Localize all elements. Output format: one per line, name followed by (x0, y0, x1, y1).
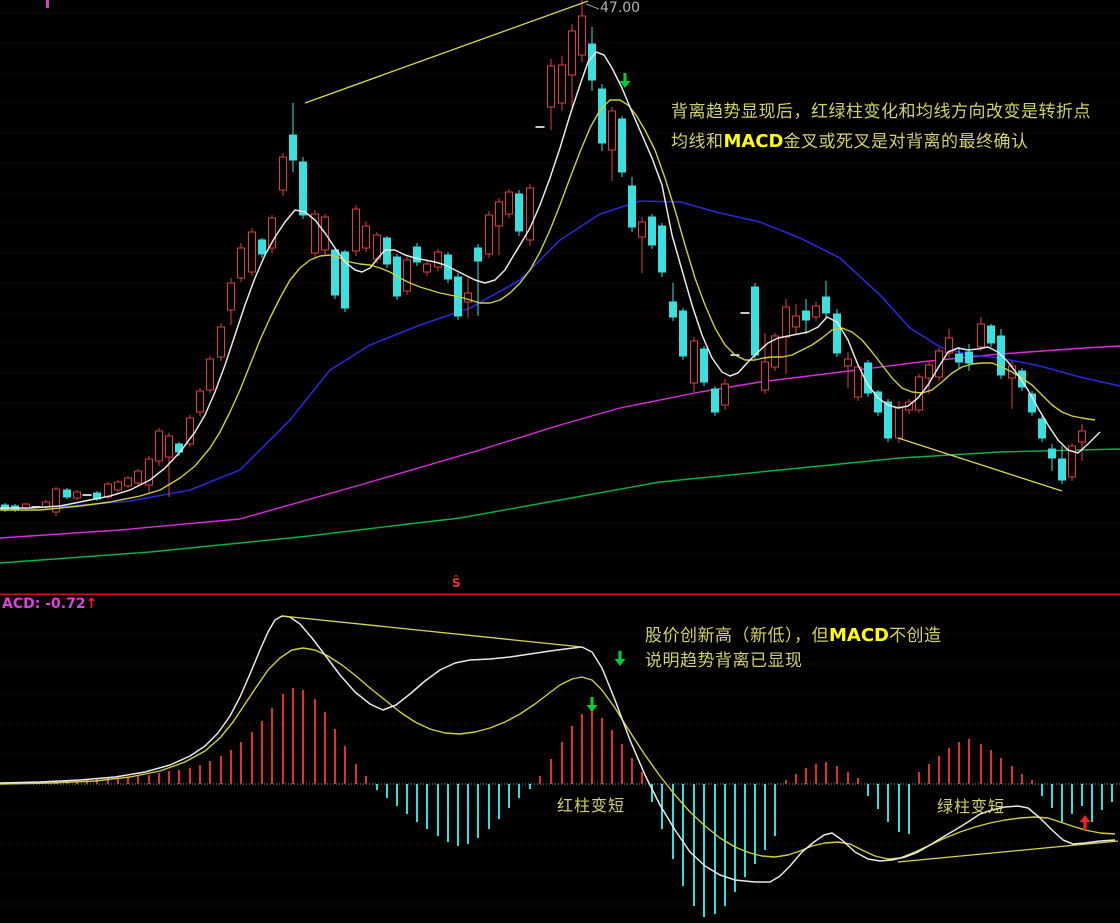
price-trendline-up (305, 1, 588, 103)
macd-dea-line (0, 648, 1115, 859)
macd-keyword: MACD (724, 131, 784, 152)
corner-marker (46, 0, 49, 8)
red-bars-shorten-label: 红柱变短 (557, 792, 625, 816)
peak-price-value: 47.00 (600, 0, 640, 16)
green-bars-shorten-label: 绿柱变短 (937, 793, 1005, 817)
macd-value-readout: ACD: -0.72↑ (2, 596, 97, 612)
macd-trendline-peaks (282, 616, 582, 647)
panel-splitter-handle[interactable]: Ŝ (452, 576, 461, 590)
divergence-annotation-line1: 股价创新高（新低），但MACD不创造 (645, 623, 942, 649)
peak-price-label: 47.00 (600, 0, 640, 16)
trend-annotation-line2-prefix: 均线和 (671, 132, 724, 152)
up-arrow-icon: ↑ (86, 596, 98, 612)
trend-annotation-line2: 均线和MACD金叉或死叉是对背离的最终确认 (671, 127, 1091, 157)
divergence-line1-suffix: 不创造 (889, 626, 942, 646)
macd-keyword: MACD (829, 625, 889, 646)
macd-value-text: ACD: -0.72 (2, 596, 86, 612)
trend-annotation-line2-suffix: 金叉或死叉是对背离的最终确认 (784, 132, 1029, 152)
ma-green-line (0, 449, 1120, 563)
divergence-annotation-line2: 说明趋势背离已显现 (645, 649, 942, 674)
divergence-line1-prefix: 股价创新高（新低），但 (645, 626, 829, 646)
macd-gridlines (0, 634, 1120, 904)
stock-chart-screen: 47.00 背离趋势显现后，红绿柱变化和均线方向改变是转折点 均线和MACD金叉… (0, 0, 1120, 923)
price-trendline-down (898, 438, 1062, 491)
divergence-annotation: 股价创新高（新低），但MACD不创造 说明趋势背离已显现 (645, 623, 942, 674)
trend-annotation-line1: 背离趋势显现后，红绿柱变化和均线方向改变是转折点 (671, 98, 1091, 127)
macd-dif-line (0, 616, 1115, 882)
trend-annotation: 背离趋势显现后，红绿柱变化和均线方向改变是转折点 均线和MACD金叉或死叉是对背… (671, 98, 1091, 157)
splitter-icon: Ŝ (452, 576, 461, 590)
peak-callout-tick (586, 4, 599, 9)
candlestick-series (2, 0, 1086, 516)
